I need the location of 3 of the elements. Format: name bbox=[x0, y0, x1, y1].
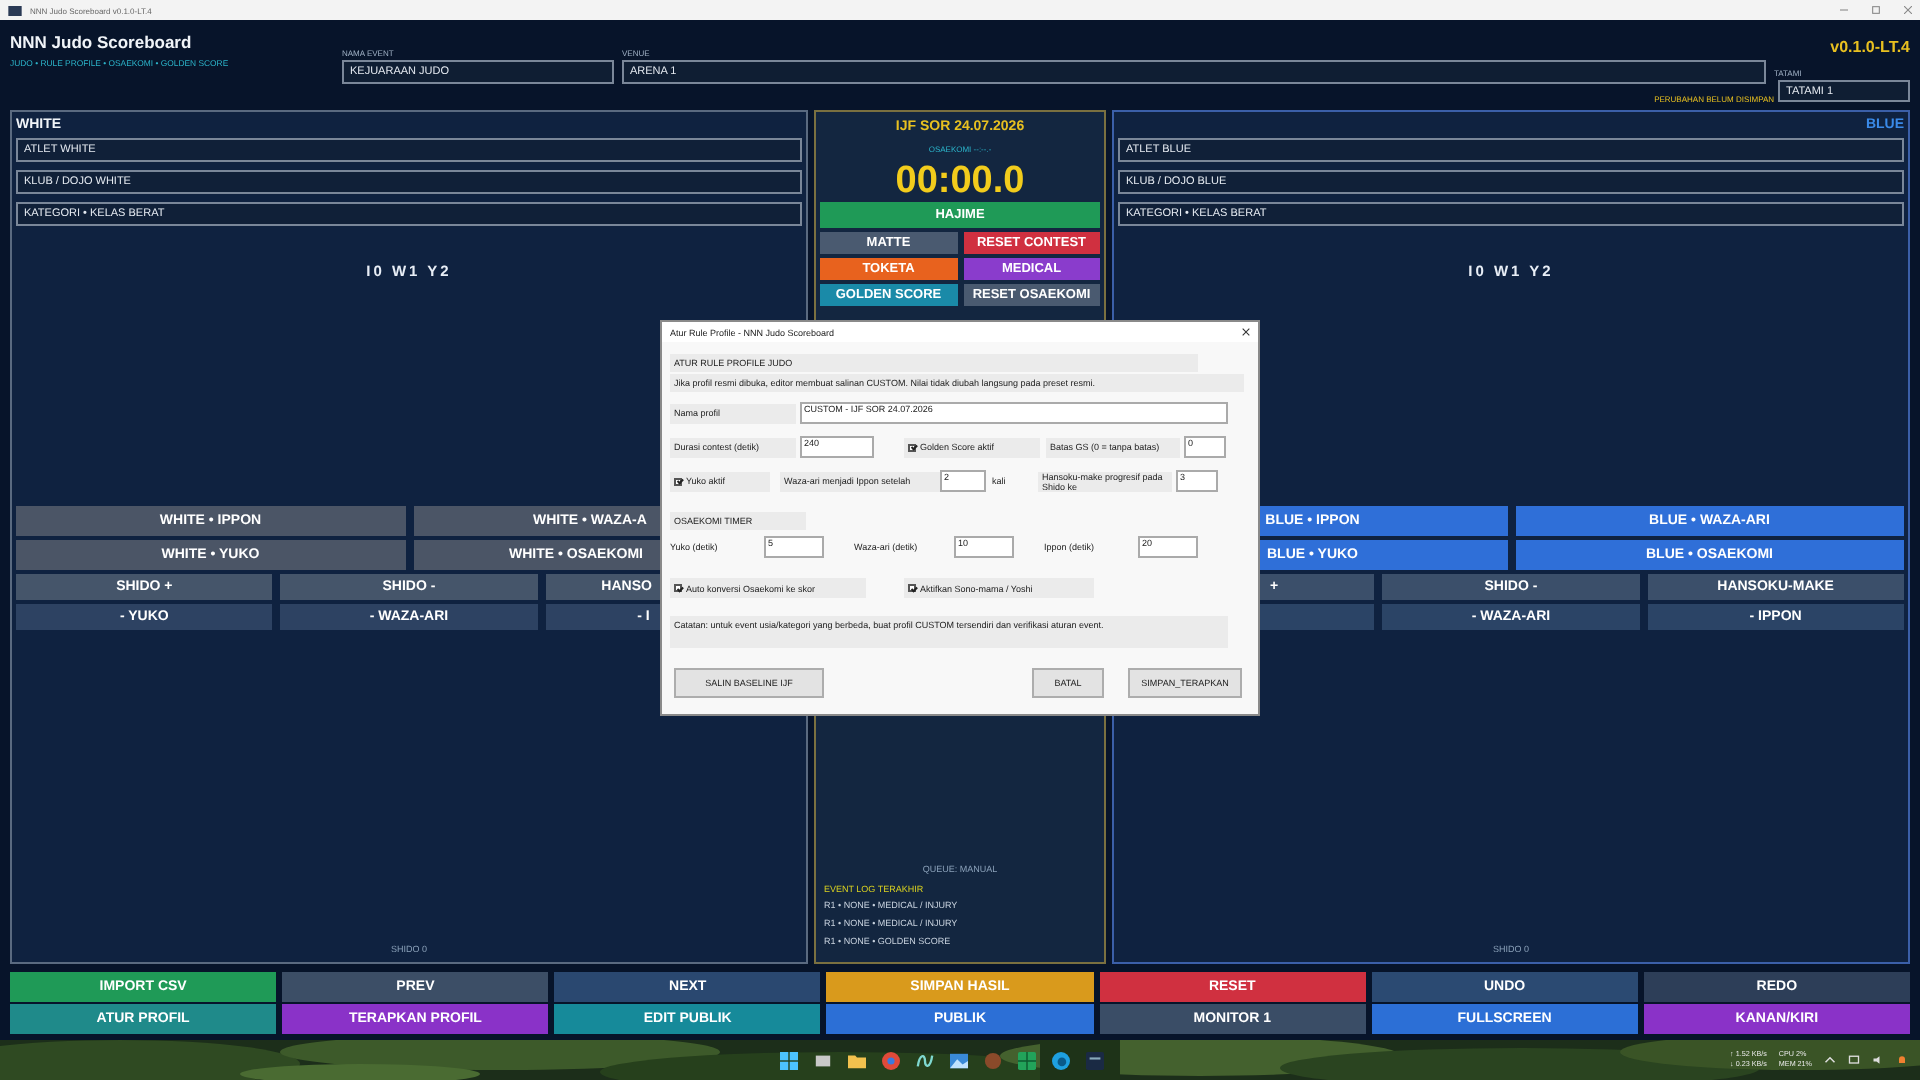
version-label: v0.1.0-LT.4 bbox=[1830, 38, 1910, 56]
match-timer: 00:00.0 bbox=[895, 162, 1025, 202]
app-title: NNN Judo Scoreboard bbox=[10, 32, 194, 52]
